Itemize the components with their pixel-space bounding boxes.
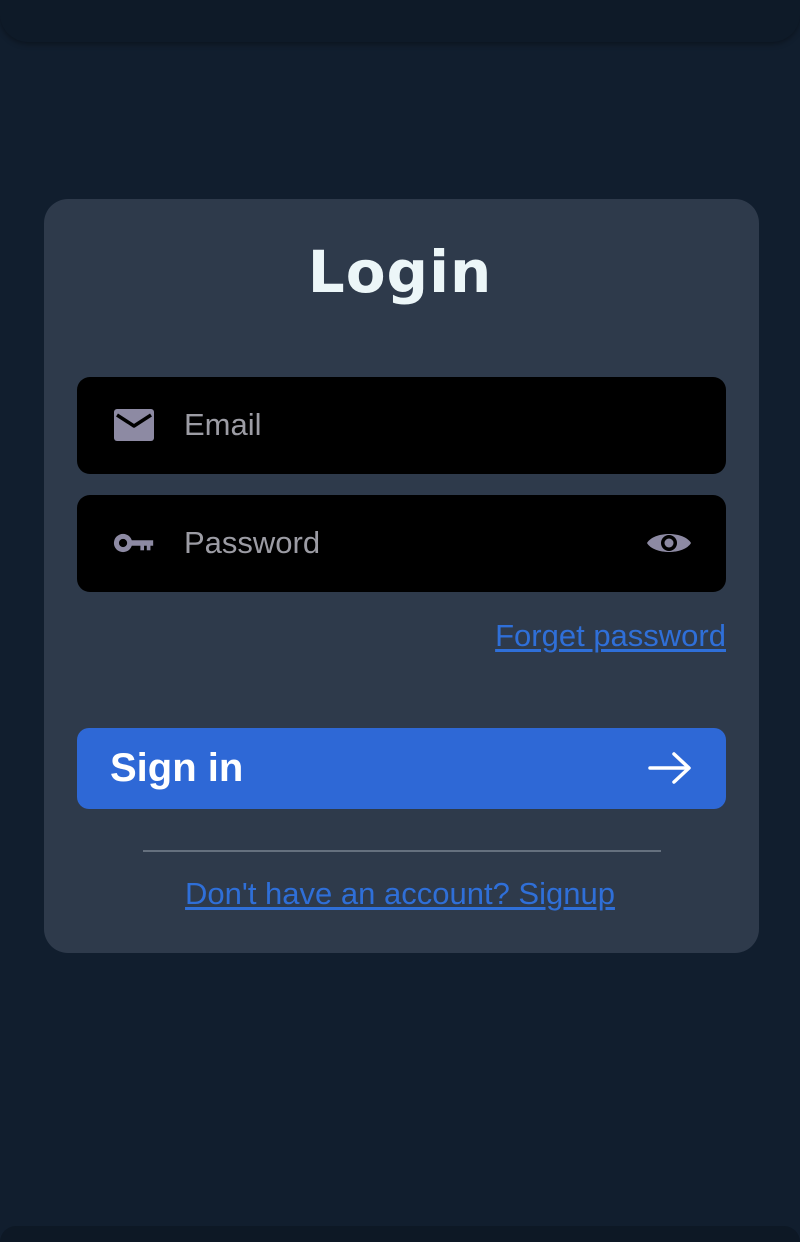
bottom-bar: [0, 1226, 800, 1242]
mail-icon: [114, 409, 154, 441]
signin-button[interactable]: Sign in: [77, 728, 726, 809]
top-bar: [0, 0, 800, 42]
arrow-right-icon: [648, 752, 691, 784]
page-title: Login: [307, 238, 493, 306]
divider: [143, 850, 661, 852]
forget-password-link[interactable]: Forget password: [495, 618, 726, 654]
password-field[interactable]: [77, 495, 726, 592]
password-input[interactable]: [184, 517, 624, 569]
eye-icon[interactable]: [645, 525, 693, 561]
email-field[interactable]: [77, 377, 726, 474]
signup-link[interactable]: Don't have an account? Signup: [0, 876, 800, 912]
signin-label: Sign in: [110, 746, 244, 790]
key-icon: [113, 533, 154, 553]
email-input[interactable]: [184, 399, 624, 451]
